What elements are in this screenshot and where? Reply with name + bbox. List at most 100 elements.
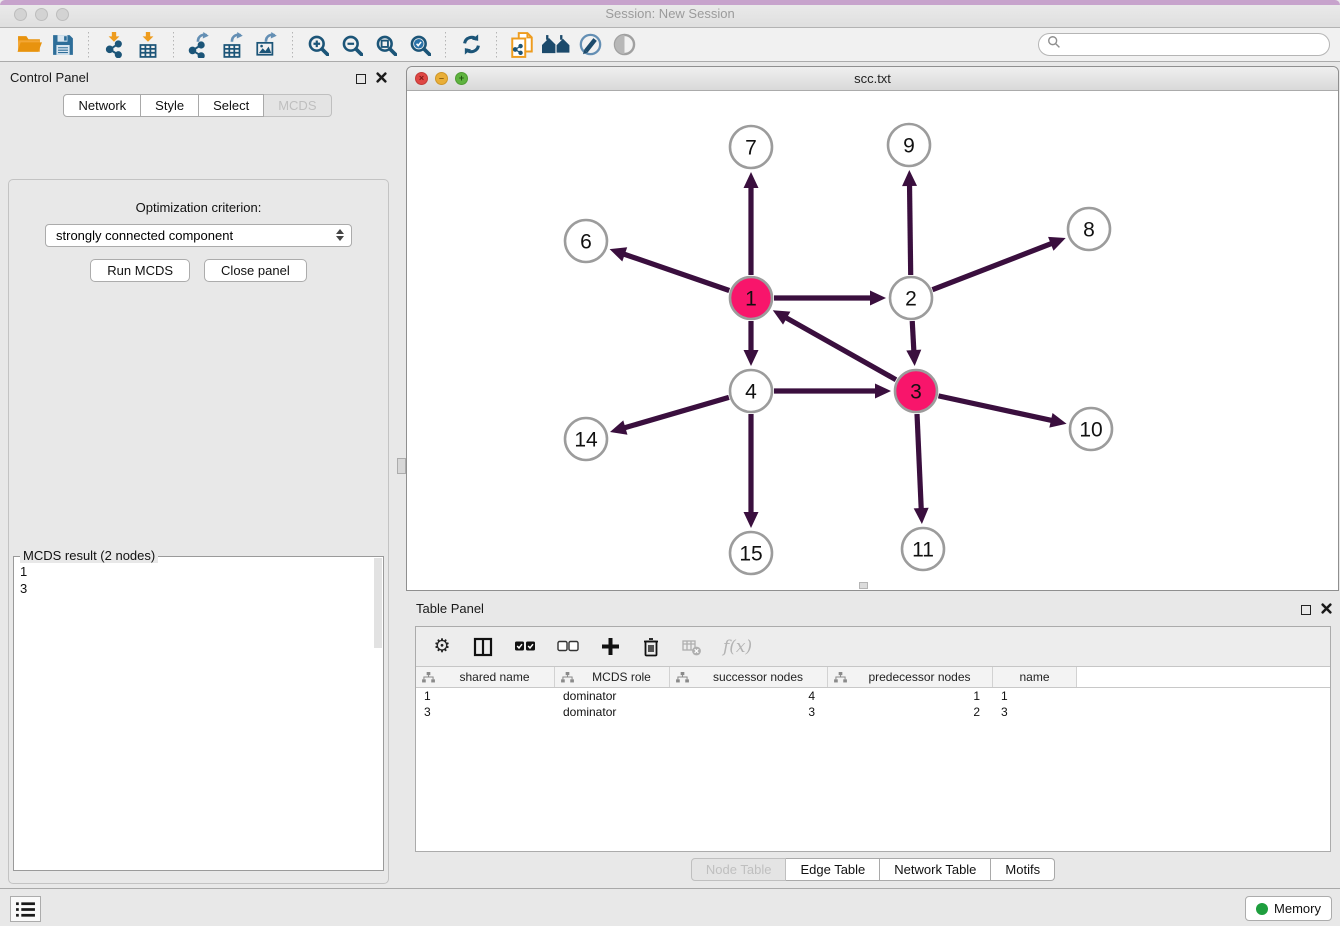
edge-arrowhead-4-15 [744, 512, 759, 528]
cell-successor-nodes[interactable]: 3 [670, 704, 828, 720]
network-canvas[interactable]: 7968124314101511 [407, 91, 1338, 590]
graph-node-label-9: 9 [903, 135, 915, 158]
eye-icon[interactable] [607, 30, 641, 60]
toolbar-separator [496, 32, 497, 58]
column-header-successor-nodes[interactable]: successor nodes [670, 667, 828, 687]
tab-motifs[interactable]: Motifs [991, 858, 1055, 881]
first-neighbors-icon[interactable] [539, 30, 573, 60]
fx-icon: f(x) [723, 637, 752, 657]
network-window-titlebar[interactable]: × – + scc.txt [407, 67, 1338, 91]
graph-node-label-4: 4 [745, 381, 757, 404]
cell-predecessor-nodes[interactable]: 1 [828, 688, 993, 704]
network-window-title: scc.txt [407, 71, 1338, 86]
zoom-selected-icon[interactable] [403, 30, 437, 60]
search-input[interactable] [1066, 38, 1321, 52]
application-window: Session: New Session Control Panel Netwo… [0, 0, 1340, 926]
table-row-2[interactable]: 3dominator323 [416, 704, 1330, 720]
edge-1-6[interactable] [623, 254, 729, 291]
task-history-button[interactable] [10, 896, 41, 922]
table-row-1[interactable]: 1dominator411 [416, 688, 1330, 704]
graph-node-label-14: 14 [574, 429, 598, 452]
search-icon [1047, 35, 1061, 54]
graph-node-label-10: 10 [1079, 419, 1102, 442]
open-session-icon[interactable] [12, 30, 46, 60]
tab-select[interactable]: Select [199, 94, 264, 117]
close-table-panel-icon[interactable] [1321, 601, 1332, 619]
edge-arrowhead-1-6 [610, 247, 628, 261]
save-session-icon[interactable] [46, 30, 80, 60]
zoom-out-icon[interactable] [335, 30, 369, 60]
memory-button[interactable]: Memory [1245, 896, 1332, 921]
table-body: 1dominator4113dominator323 [416, 688, 1330, 720]
edge-arrowhead-1-4 [744, 350, 759, 366]
tab-node-table[interactable]: Node Table [691, 858, 787, 881]
edge-3-10[interactable] [938, 396, 1052, 421]
cell-predecessor-nodes[interactable]: 2 [828, 704, 993, 720]
cell-shared-name[interactable]: 3 [416, 704, 555, 720]
main-toolbar [0, 28, 1340, 62]
cell-successor-nodes[interactable]: 4 [670, 688, 828, 704]
edge-2-3[interactable] [912, 321, 914, 352]
search-box[interactable] [1038, 33, 1330, 56]
memory-status-icon [1256, 903, 1268, 915]
edge-3-11[interactable] [917, 414, 921, 510]
edge-2-9[interactable] [910, 184, 911, 275]
result-scrollbar[interactable] [374, 558, 382, 648]
delete-column-icon[interactable] [641, 637, 661, 657]
tab-mcds[interactable]: MCDS [264, 94, 331, 117]
sitemap-icon [422, 672, 435, 683]
float-table-panel-icon[interactable] [1301, 605, 1311, 615]
zoom-fit-icon[interactable] [369, 30, 403, 60]
table-panel: Table Panel ⚙ f(x) shared nameMCDS rolesu… [406, 593, 1340, 888]
edge-arrowhead-3-10 [1049, 413, 1066, 428]
column-header-predecessor-nodes[interactable]: predecessor nodes [828, 667, 993, 687]
zoom-in-icon[interactable] [301, 30, 335, 60]
graph-node-label-3: 3 [910, 381, 922, 404]
export-table-icon[interactable] [216, 30, 250, 60]
cell-shared-name[interactable]: 1 [416, 688, 555, 704]
column-layout-icon[interactable] [473, 637, 493, 657]
horizontal-splitter-handle[interactable] [859, 582, 868, 589]
network-graph[interactable]: 7968124314101511 [407, 91, 1338, 590]
new-network-from-selection-icon[interactable] [505, 30, 539, 60]
run-mcds-button[interactable]: Run MCDS [90, 259, 190, 282]
tab-style[interactable]: Style [141, 94, 199, 117]
tab-edge-table[interactable]: Edge Table [786, 858, 880, 881]
table-settings-icon[interactable]: ⚙ [432, 637, 452, 656]
vertical-splitter-handle[interactable] [397, 458, 406, 474]
cell-name[interactable]: 3 [993, 704, 1077, 720]
float-panel-icon[interactable] [356, 74, 366, 84]
cell-MCDS-role[interactable]: dominator [555, 704, 670, 720]
export-image-icon[interactable] [250, 30, 284, 60]
graphics-details-icon[interactable] [573, 30, 607, 60]
tab-network-table[interactable]: Network Table [880, 858, 991, 881]
cell-name[interactable]: 1 [993, 688, 1077, 704]
apply-layout-icon[interactable] [454, 30, 488, 60]
network-view-window: × – + scc.txt 7968124314101511 [406, 66, 1339, 591]
close-panel-icon[interactable] [376, 70, 387, 88]
edge-4-14[interactable] [623, 397, 728, 428]
table-panel-header: Table Panel [406, 593, 1340, 625]
cell-MCDS-role[interactable]: dominator [555, 688, 670, 704]
unselect-all-checks-icon[interactable] [557, 640, 579, 653]
control-panel-title: Control Panel [10, 70, 89, 85]
select-all-checks-icon[interactable] [514, 640, 536, 653]
table-panel-tabs: Node TableEdge TableNetwork TableMotifs [406, 858, 1340, 881]
optimization-criterion-select[interactable]: strongly connected component [45, 224, 352, 247]
edge-arrowhead-1-2 [870, 291, 886, 306]
export-network-icon[interactable] [182, 30, 216, 60]
column-header-MCDS-role[interactable]: MCDS role [555, 667, 670, 687]
column-header-name[interactable]: name [993, 667, 1077, 687]
mcds-result-box[interactable]: MCDS result (2 nodes) 13 [13, 556, 384, 871]
close-panel-button[interactable]: Close panel [204, 259, 307, 282]
import-table-icon[interactable] [131, 30, 165, 60]
table-panel-title: Table Panel [416, 601, 484, 616]
edge-3-1[interactable] [785, 317, 896, 380]
control-panel: Control Panel NetworkStyleSelectMCDS Opt… [0, 62, 395, 888]
window-title: Session: New Session [0, 6, 1340, 21]
edge-2-8[interactable] [932, 243, 1052, 290]
import-network-icon[interactable] [97, 30, 131, 60]
column-header-shared-name[interactable]: shared name [416, 667, 555, 687]
add-column-icon[interactable] [600, 637, 620, 656]
tab-network[interactable]: Network [63, 94, 141, 117]
